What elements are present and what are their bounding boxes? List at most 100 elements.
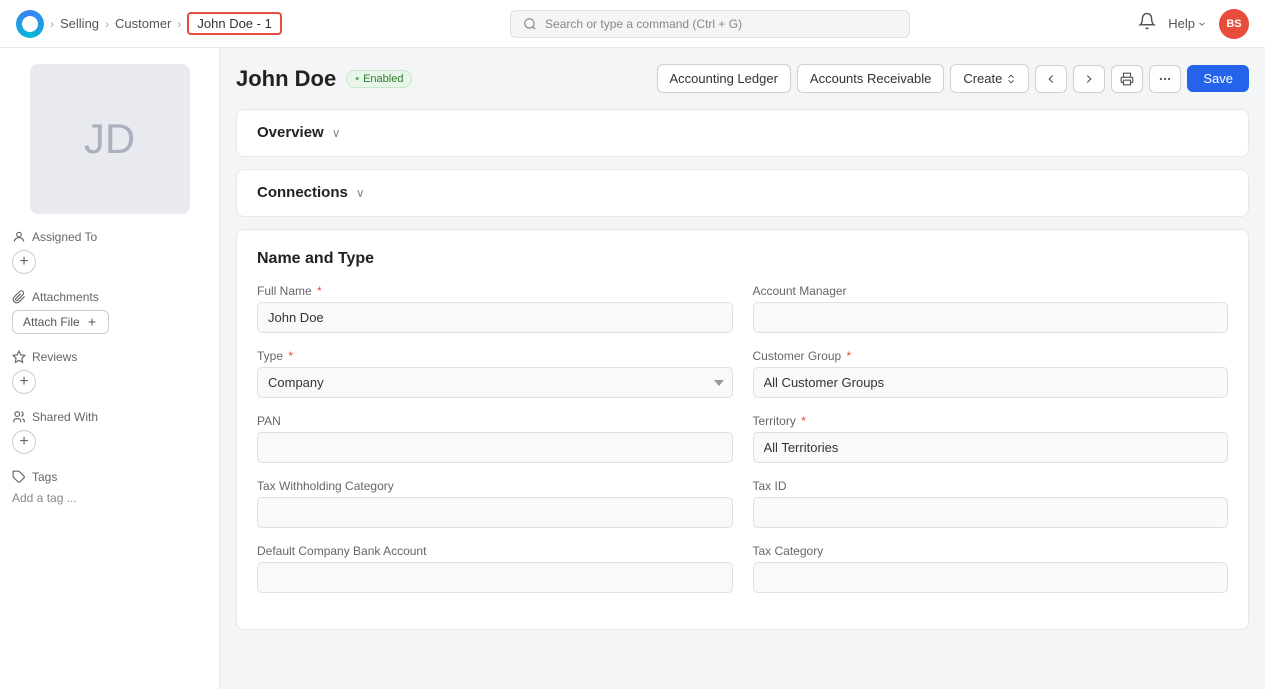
customer-group-group: Customer Group * (753, 349, 1229, 398)
tags-label: Tags (12, 470, 207, 484)
help-button[interactable]: Help (1168, 16, 1207, 31)
overview-card-header[interactable]: Overview ∨ (237, 110, 1248, 156)
more-options-button[interactable] (1149, 65, 1181, 93)
printer-icon (1120, 72, 1134, 86)
connections-chevron: ∨ (356, 186, 365, 200)
form-row-3: PAN Territory * (257, 414, 1228, 463)
topnav-right: Help BS (1138, 9, 1249, 39)
account-manager-label: Account Manager (753, 284, 1229, 298)
record-avatar: JD (30, 64, 190, 214)
save-button[interactable]: Save (1187, 65, 1249, 92)
type-select[interactable]: Company Individual (257, 367, 733, 398)
user-icon (12, 230, 26, 244)
name-and-type-title: Name and Type (257, 250, 1228, 268)
help-label: Help (1168, 16, 1195, 31)
assigned-to-label: Assigned To (12, 230, 207, 244)
star-icon (12, 350, 26, 364)
name-and-type-card: Name and Type Full Name * Account Manage… (236, 229, 1249, 630)
chevron-updown-icon (1006, 74, 1016, 84)
user-avatar[interactable]: BS (1219, 9, 1249, 39)
app-logo[interactable] (16, 10, 44, 38)
chevron-right-icon (1082, 72, 1096, 86)
overview-title: Overview (257, 124, 324, 141)
sep2: › (105, 17, 109, 31)
attachments-label: Attachments (12, 290, 207, 304)
sidebar-assigned-to: Assigned To + (12, 230, 207, 274)
form-row-5: Default Company Bank Account Tax Categor… (257, 544, 1228, 593)
breadcrumb-current: John Doe - 1 (187, 12, 281, 35)
add-shared-with-button[interactable]: + (12, 430, 36, 454)
tag-icon (12, 470, 26, 484)
breadcrumb-selling[interactable]: Selling (60, 16, 99, 31)
add-tag-link[interactable]: Add a tag ... (12, 491, 77, 505)
paperclip-icon (12, 290, 26, 304)
notifications-button[interactable] (1138, 12, 1156, 35)
accounting-ledger-button[interactable]: Accounting Ledger (657, 64, 791, 93)
tax-withholding-group: Tax Withholding Category (257, 479, 733, 528)
status-badge: Enabled (346, 70, 412, 88)
default-bank-account-group: Default Company Bank Account (257, 544, 733, 593)
tax-category-input[interactable] (753, 562, 1229, 593)
default-bank-account-label: Default Company Bank Account (257, 544, 733, 558)
print-button[interactable] (1111, 65, 1143, 93)
pan-group: PAN (257, 414, 733, 463)
add-review-button[interactable]: + (12, 370, 36, 394)
bell-icon (1138, 12, 1156, 30)
user-group-icon (12, 410, 26, 424)
type-label: Type * (257, 349, 733, 363)
search-box[interactable]: Search or type a command (Ctrl + G) (510, 10, 910, 38)
breadcrumb-customer[interactable]: Customer (115, 16, 171, 31)
add-assigned-to-button[interactable]: + (12, 250, 36, 274)
accounts-receivable-button[interactable]: Accounts Receivable (797, 64, 944, 93)
tax-category-group: Tax Category (753, 544, 1229, 593)
type-group: Type * Company Individual (257, 349, 733, 398)
search-area[interactable]: Search or type a command (Ctrl + G) (510, 10, 910, 38)
sidebar-tags: Tags Add a tag ... (12, 470, 207, 505)
overview-chevron: ∨ (332, 126, 341, 140)
name-and-type-body: Name and Type Full Name * Account Manage… (237, 230, 1248, 629)
customer-group-input[interactable] (753, 367, 1229, 398)
territory-group: Territory * (753, 414, 1229, 463)
tax-category-label: Tax Category (753, 544, 1229, 558)
sidebar-shared-with: Shared With + (12, 410, 207, 454)
chevron-left-icon (1044, 72, 1058, 86)
next-button[interactable] (1073, 65, 1105, 93)
connections-card: Connections ∨ (236, 169, 1249, 217)
territory-label: Territory * (753, 414, 1229, 428)
sidebar-reviews: Reviews + (12, 350, 207, 394)
default-bank-account-input[interactable] (257, 562, 733, 593)
full-name-input[interactable] (257, 302, 733, 333)
connections-card-header[interactable]: Connections ∨ (237, 170, 1248, 216)
ellipsis-icon (1158, 72, 1172, 86)
account-manager-group: Account Manager (753, 284, 1229, 333)
pan-input[interactable] (257, 432, 733, 463)
create-button[interactable]: Create (950, 64, 1029, 93)
plus-icon (86, 316, 98, 328)
account-manager-input[interactable] (753, 302, 1229, 333)
search-placeholder: Search or type a command (Ctrl + G) (545, 17, 742, 31)
form-row-1: Full Name * Account Manager (257, 284, 1228, 333)
main-content: John Doe Enabled Accounting Ledger Accou… (220, 48, 1265, 689)
shared-with-label: Shared With (12, 410, 207, 424)
topnav: › Selling › Customer › John Doe - 1 Sear… (0, 0, 1265, 48)
pan-label: PAN (257, 414, 733, 428)
territory-input[interactable] (753, 432, 1229, 463)
tax-withholding-label: Tax Withholding Category (257, 479, 733, 493)
full-name-label: Full Name * (257, 284, 733, 298)
page-actions: Accounting Ledger Accounts Receivable Cr… (657, 64, 1250, 93)
tax-id-label: Tax ID (753, 479, 1229, 493)
attach-file-button[interactable]: Attach File (12, 310, 109, 334)
tax-id-group: Tax ID (753, 479, 1229, 528)
reviews-label: Reviews (12, 350, 207, 364)
customer-group-label: Customer Group * (753, 349, 1229, 363)
tax-id-input[interactable] (753, 497, 1229, 528)
page-title: John Doe (236, 66, 336, 92)
sep3: › (177, 17, 181, 31)
sidebar: JD Assigned To + Attachments Attach File (0, 48, 220, 689)
page-title-area: John Doe Enabled (236, 66, 412, 92)
search-icon (523, 17, 537, 31)
tax-withholding-input[interactable] (257, 497, 733, 528)
main-layout: JD Assigned To + Attachments Attach File (0, 48, 1265, 689)
overview-card: Overview ∨ (236, 109, 1249, 157)
prev-button[interactable] (1035, 65, 1067, 93)
